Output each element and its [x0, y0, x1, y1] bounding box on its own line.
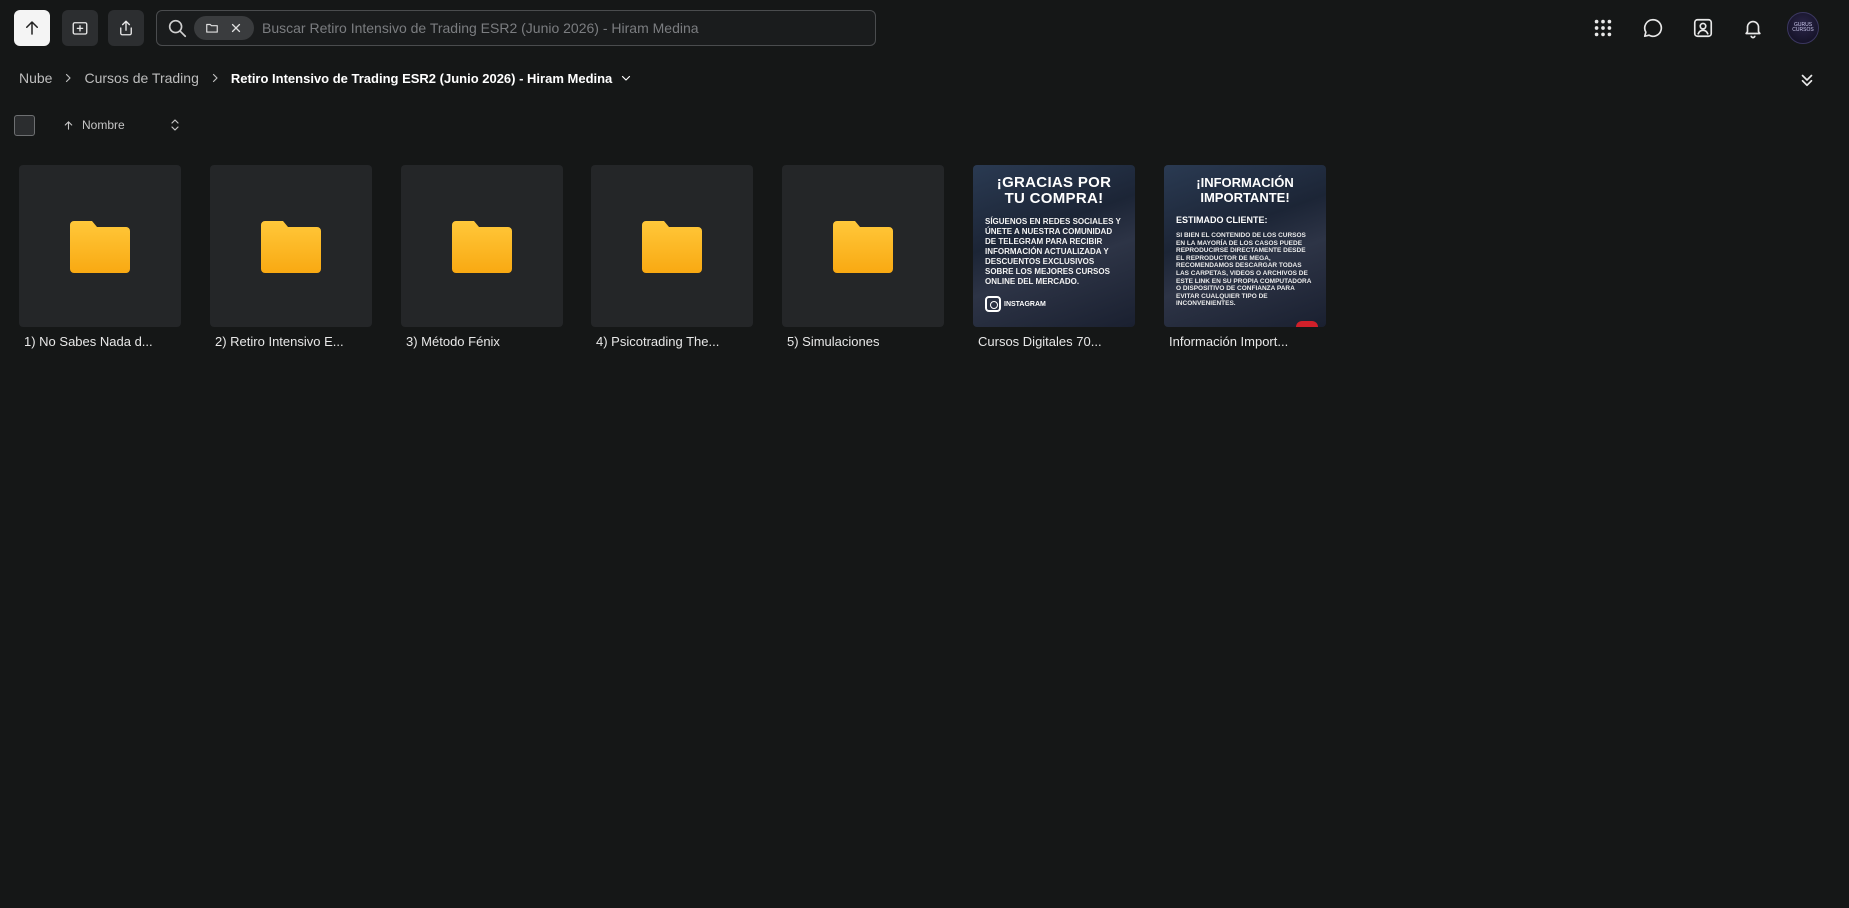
breadcrumb-dropdown[interactable] — [620, 72, 632, 84]
chevrons-down-icon — [1801, 74, 1813, 87]
tile-name[interactable]: 2) Retiro Intensivo E... — [210, 334, 372, 349]
thumb-title: ¡INFORMACIÓN IMPORTANTE! — [1196, 175, 1294, 205]
chat-icon — [1643, 18, 1663, 38]
breadcrumb: Nube Cursos de Trading Retiro Intensivo … — [19, 68, 632, 88]
folder-tile[interactable]: 4) Psicotrading The... — [591, 165, 753, 349]
breadcrumb-separator — [62, 72, 74, 84]
folder-tile[interactable]: 5) Simulaciones — [782, 165, 944, 349]
folder-icon — [833, 221, 893, 273]
breadcrumb-item-cursos[interactable]: Cursos de Trading — [84, 70, 198, 86]
search-bar — [156, 10, 876, 46]
folder-icon — [206, 23, 218, 33]
thumb-subtitle: ESTIMADO CLIENTE: — [1176, 215, 1268, 225]
sort-bar: Nombre — [14, 114, 181, 136]
folder-icon — [452, 221, 512, 273]
notifications-button[interactable] — [1739, 14, 1767, 42]
arrow-up-icon — [26, 21, 38, 35]
avatar-text: GURUS CURSOS — [1792, 22, 1814, 33]
image-tile[interactable]: ¡GRACIAS POR TU COMPRA! SÍGUENOS EN REDE… — [973, 165, 1135, 349]
breadcrumb-separator — [209, 72, 221, 84]
close-icon[interactable] — [229, 21, 243, 35]
tile-name[interactable]: 5) Simulaciones — [782, 334, 944, 349]
top-bar: GURUS CURSOS — [0, 0, 1849, 56]
thumb-title: ¡GRACIAS POR TU COMPRA! — [996, 174, 1112, 207]
image-thumbnail[interactable]: ¡GRACIAS POR TU COMPRA! SÍGUENOS EN REDE… — [973, 165, 1135, 327]
collapse-button[interactable] — [1797, 70, 1817, 90]
folder-thumbnail[interactable] — [591, 165, 753, 327]
thumb-instagram: INSTAGRAM — [985, 296, 1123, 312]
tile-name[interactable]: 4) Psicotrading The... — [591, 334, 753, 349]
share-icon — [120, 20, 132, 36]
search-icon — [168, 19, 187, 38]
tile-name[interactable]: 3) Método Fénix — [401, 334, 563, 349]
instagram-label: INSTAGRAM — [1004, 300, 1046, 308]
tile-name[interactable]: Cursos Digitales 70... — [973, 334, 1135, 349]
bell-icon — [1745, 20, 1761, 39]
thumb-body: SÍGUENOS EN REDES SOCIALES Y ÚNETE A NUE… — [985, 217, 1121, 286]
apps-grid-icon — [1594, 19, 1612, 37]
image-thumbnail[interactable]: ¡INFORMACIÓN IMPORTANTE! ESTIMADO CLIENT… — [1164, 165, 1326, 327]
folder-tile[interactable]: 1) No Sabes Nada d... — [19, 165, 181, 349]
sort-label[interactable]: Nombre — [82, 118, 125, 132]
search-input[interactable] — [262, 20, 875, 36]
instagram-icon — [985, 296, 1001, 312]
tile-name[interactable]: 1) No Sabes Nada d... — [19, 334, 181, 349]
breadcrumb-item-nube[interactable]: Nube — [19, 70, 52, 86]
folder-thumbnail[interactable] — [401, 165, 563, 327]
folder-icon — [70, 221, 130, 273]
tile-name[interactable]: Información Import... — [1164, 334, 1326, 349]
sort-direction-button[interactable] — [63, 120, 74, 131]
avatar[interactable]: GURUS CURSOS — [1787, 12, 1819, 44]
upload-button[interactable] — [14, 10, 50, 46]
thumb-body: SI BIEN EL CONTENIDO DE LOS CURSOS EN LA… — [1176, 232, 1312, 308]
chevron-right-icon — [66, 73, 72, 83]
contacts-icon — [1693, 18, 1713, 38]
search-scope-chip[interactable] — [194, 16, 254, 40]
arrow-up-icon — [64, 120, 73, 130]
folder-icon — [642, 221, 702, 273]
folder-thumbnail[interactable] — [782, 165, 944, 327]
image-tile[interactable]: ¡INFORMACIÓN IMPORTANTE! ESTIMADO CLIENT… — [1164, 165, 1326, 349]
apps-button[interactable] — [1589, 14, 1617, 42]
sort-options-button[interactable] — [169, 118, 181, 132]
breadcrumb-current[interactable]: Retiro Intensivo de Trading ESR2 (Junio … — [231, 71, 612, 86]
contacts-button[interactable] — [1689, 14, 1717, 42]
folder-thumbnail[interactable] — [210, 165, 372, 327]
chevron-down-icon — [622, 75, 631, 81]
chevron-right-icon — [212, 73, 218, 83]
folder-icon — [261, 221, 321, 273]
folder-tile[interactable]: 2) Retiro Intensivo E... — [210, 165, 372, 349]
new-folder-button[interactable] — [62, 10, 98, 46]
red-badge — [1296, 321, 1318, 327]
folder-thumbnail[interactable] — [19, 165, 181, 327]
chevron-up-down-icon — [171, 119, 179, 131]
select-all-checkbox[interactable] — [14, 114, 35, 136]
chat-button[interactable] — [1639, 14, 1667, 42]
folder-plus-icon — [72, 22, 88, 35]
folder-tile[interactable]: 3) Método Fénix — [401, 165, 563, 349]
share-button[interactable] — [108, 10, 144, 46]
